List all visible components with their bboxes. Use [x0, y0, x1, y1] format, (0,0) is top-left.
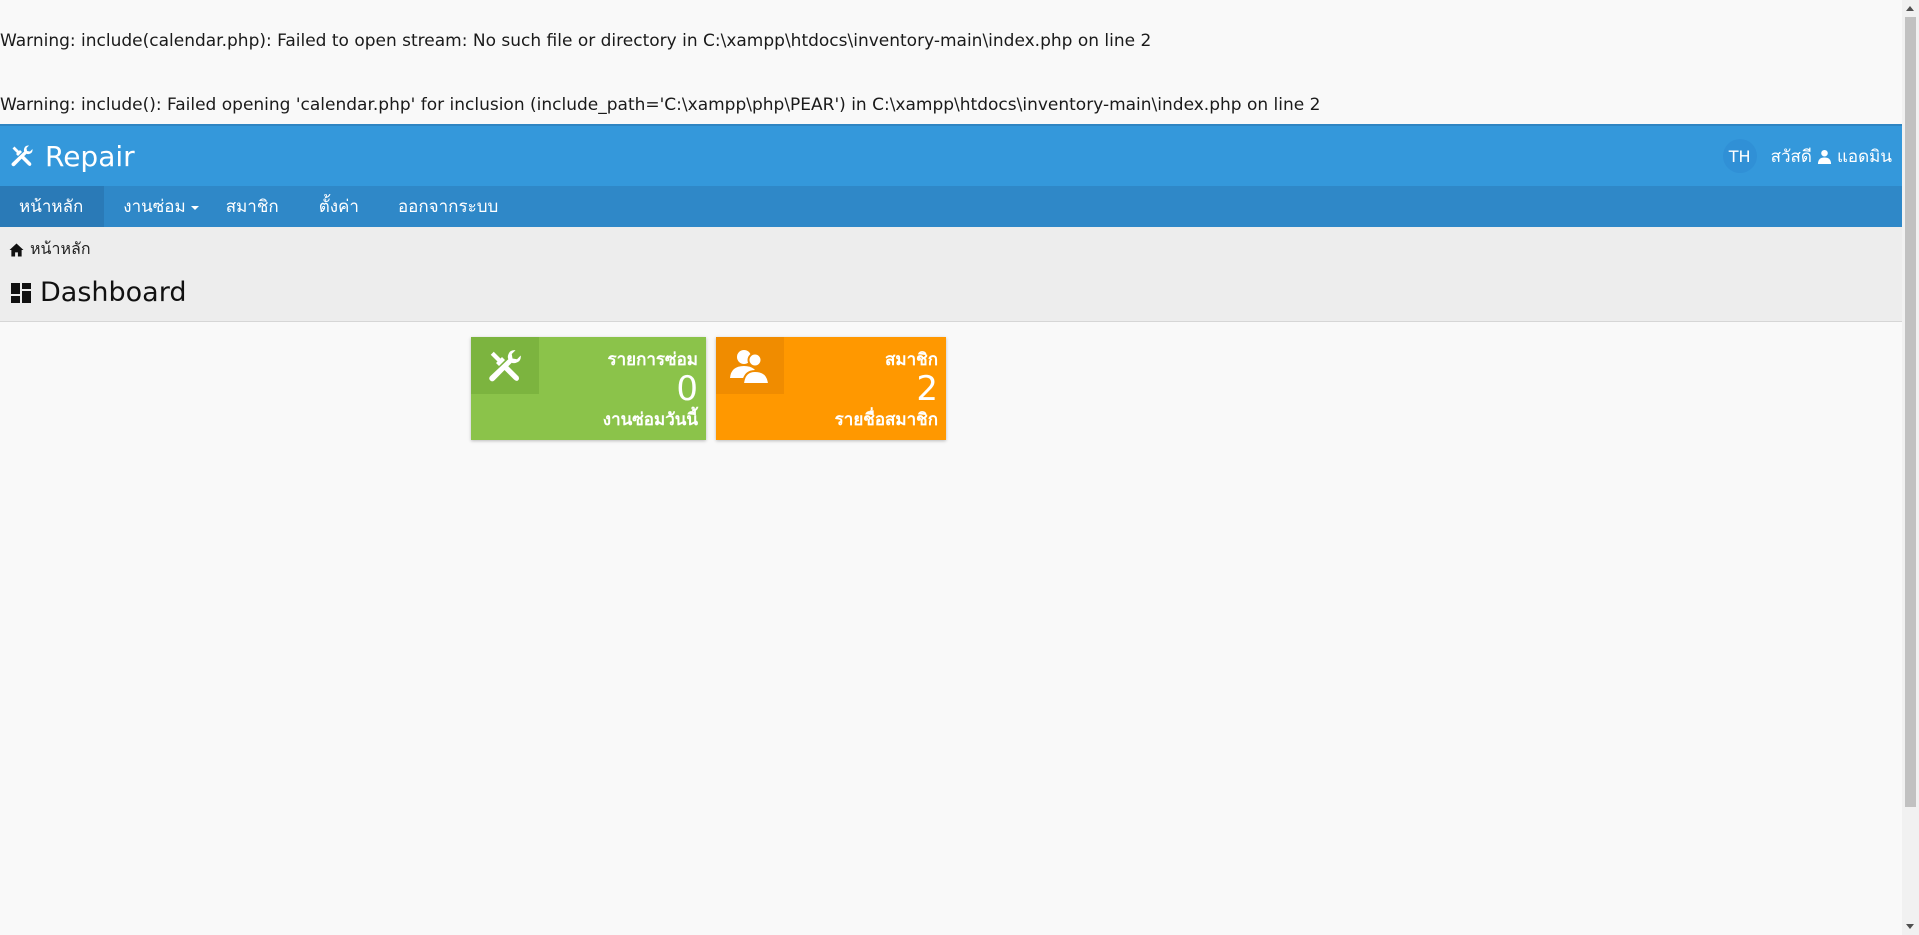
nav-item-label: หน้าหลัก — [19, 197, 84, 217]
nav-item-label: สมาชิก — [225, 197, 279, 217]
page-title: Dashboard — [11, 277, 186, 308]
page: Warning: include(calendar.php): Failed t… — [0, 0, 1902, 935]
nav-item-label: งานซ่อม — [123, 197, 186, 217]
main-nav: หน้าหลัก งานซ่อม สมาชิก ตั้งค่า ออกจากระ… — [0, 186, 1902, 227]
tile-subtitle: งานซ่อมวันนี้ — [602, 410, 698, 430]
tools-icon — [11, 145, 33, 167]
user-menu[interactable]: สวัสดี แอดมิน — [1771, 143, 1892, 170]
nav-item-repair[interactable]: งานซ่อม — [104, 186, 212, 227]
vertical-scrollbar[interactable] — [1902, 0, 1919, 935]
tile-repair-list[interactable]: รายการซ่อม 0 งานซ่อมวันนี้ — [471, 337, 706, 440]
tile-count: 2 — [916, 369, 938, 409]
greeting-text: สวัสดี — [1770, 146, 1812, 167]
nav-item-logout[interactable]: ออกจากระบบ — [385, 186, 517, 227]
page-header: หน้าหลัก Dashboard — [0, 227, 1902, 322]
brand-name: Repair — [45, 139, 135, 173]
home-icon — [9, 242, 24, 257]
tile-subtitle: รายชื่อสมาชิก — [834, 410, 938, 430]
nav-item-members[interactable]: สมาชิก — [213, 186, 305, 227]
tile-icon-box — [471, 337, 539, 394]
page-title-text: Dashboard — [40, 277, 187, 308]
tile-icon-box — [716, 337, 784, 394]
tile-count: 0 — [676, 369, 698, 409]
top-header: Repair TH สวัสดี แอดมิน — [0, 124, 1902, 186]
breadcrumb-home: หน้าหลัก — [30, 239, 91, 258]
user-icon — [1817, 149, 1832, 164]
nav-item-label: ตั้งค่า — [318, 197, 359, 217]
brand-link[interactable]: Repair — [10, 140, 135, 173]
scroll-thumb[interactable] — [1905, 17, 1916, 807]
dashboard-icon — [11, 282, 31, 303]
nav-item-settings[interactable]: ตั้งค่า — [305, 186, 385, 227]
user-name: แอดมิน — [1836, 146, 1892, 167]
php-warning: Warning: include(): Failed opening 'cale… — [0, 95, 1321, 115]
scroll-down-arrow-icon[interactable] — [1906, 924, 1914, 929]
nav-item-label: ออกจากระบบ — [397, 197, 499, 217]
tile-members[interactable]: สมาชิก 2 รายชื่อสมาชิก — [716, 337, 946, 440]
caret-down-icon — [190, 206, 199, 210]
php-warning: Warning: include(calendar.php): Failed t… — [0, 31, 1152, 51]
nav-item-home[interactable]: หน้าหลัก — [0, 186, 105, 227]
php-warnings: Warning: include(calendar.php): Failed t… — [0, 0, 1902, 124]
top-right-menu: TH สวัสดี แอดมิน — [1722, 139, 1892, 173]
users-icon — [730, 349, 771, 385]
language-switch[interactable]: TH — [1722, 139, 1757, 173]
tools-icon — [489, 349, 521, 381]
breadcrumb[interactable]: หน้าหลัก — [9, 237, 91, 262]
scroll-up-arrow-icon[interactable] — [1906, 6, 1914, 11]
